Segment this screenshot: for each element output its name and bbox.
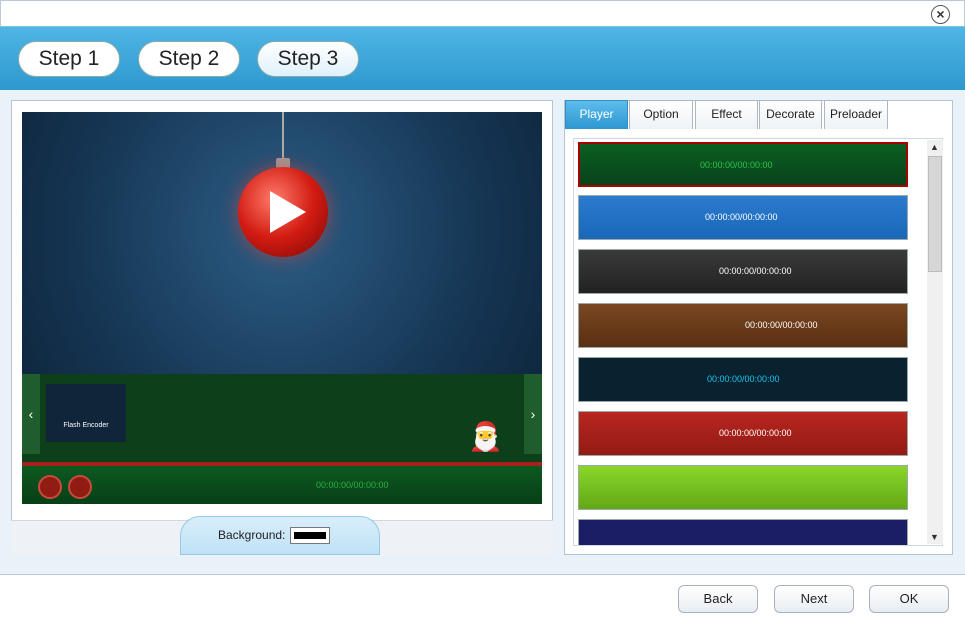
skin-item[interactable]: 00:00:00/00:00:00 bbox=[578, 357, 908, 402]
thumbnail-label: Flash Encoder bbox=[63, 422, 109, 429]
skin-item[interactable]: 00:00:00/00:00:00 bbox=[578, 411, 908, 456]
step-1-button[interactable]: Step 1 bbox=[18, 41, 120, 77]
step-bar: Step 1 Step 2 Step 3 bbox=[0, 26, 965, 90]
tab-option[interactable]: Option bbox=[629, 100, 693, 129]
tab-decorate[interactable]: Decorate bbox=[759, 100, 822, 129]
tab-player[interactable]: Player bbox=[565, 100, 628, 129]
preview-stage: ‹ Flash Encoder 🎅 › 00:00:00/00:00:00 bbox=[22, 112, 542, 504]
play-ornament-icon[interactable] bbox=[238, 167, 328, 257]
background-color-swatch[interactable] bbox=[290, 527, 330, 544]
skin-list[interactable]: 00:00:00/00:00:00 00:00:00/00:00:00 00:0… bbox=[573, 138, 943, 546]
thumbnail-strip: ‹ Flash Encoder 🎅 › bbox=[22, 374, 542, 468]
tab-preloader[interactable]: Preloader bbox=[824, 100, 888, 129]
preview-stop-icon[interactable] bbox=[68, 475, 92, 499]
skin-item[interactable]: 00:00:00/00:00:00 bbox=[578, 249, 908, 294]
scroll-up-icon[interactable]: ▲ bbox=[930, 142, 939, 152]
skin-item[interactable]: 00:00:00/00:00:00 bbox=[578, 195, 908, 240]
skin-item[interactable]: 00:00:00/00:00:00 bbox=[578, 142, 908, 187]
preview-player-controls: 00:00:00/00:00:00 bbox=[22, 462, 542, 504]
step-2-button[interactable]: Step 2 bbox=[138, 41, 240, 77]
skin-list-scrollbar[interactable]: ▲ ▼ bbox=[927, 140, 943, 544]
background-label: Background: bbox=[218, 528, 286, 542]
scroll-thumb[interactable] bbox=[928, 156, 942, 272]
skin-item[interactable] bbox=[578, 519, 908, 545]
step-3-button[interactable]: Step 3 bbox=[257, 41, 359, 77]
skin-item[interactable] bbox=[578, 465, 908, 510]
preview-time: 00:00:00/00:00:00 bbox=[316, 480, 389, 490]
skin-time: 00:00:00/00:00:00 bbox=[707, 374, 780, 384]
title-bar: × bbox=[0, 0, 965, 26]
scroll-down-icon[interactable]: ▼ bbox=[930, 532, 939, 542]
preview-play-icon[interactable] bbox=[38, 475, 62, 499]
thumbnail[interactable]: Flash Encoder bbox=[46, 384, 126, 442]
strip-right-arrow-icon[interactable]: › bbox=[524, 374, 542, 454]
strip-left-arrow-icon[interactable]: ‹ bbox=[22, 374, 40, 454]
skin-time: 00:00:00/00:00:00 bbox=[745, 320, 818, 330]
skin-time: 00:00:00/00:00:00 bbox=[719, 266, 792, 276]
skin-time: 00:00:00/00:00:00 bbox=[719, 428, 792, 438]
santa-icon: 🎅 bbox=[468, 421, 503, 452]
ok-button[interactable]: OK bbox=[869, 585, 949, 613]
back-button[interactable]: Back bbox=[678, 585, 758, 613]
next-button[interactable]: Next bbox=[774, 585, 854, 613]
skin-item[interactable]: 00:00:00/00:00:00 bbox=[578, 303, 908, 348]
skin-time: 00:00:00/00:00:00 bbox=[700, 160, 773, 170]
close-icon[interactable]: × bbox=[931, 5, 950, 24]
tab-effect[interactable]: Effect bbox=[695, 100, 758, 129]
skin-time: 00:00:00/00:00:00 bbox=[705, 212, 778, 222]
ornament-string bbox=[282, 112, 284, 160]
